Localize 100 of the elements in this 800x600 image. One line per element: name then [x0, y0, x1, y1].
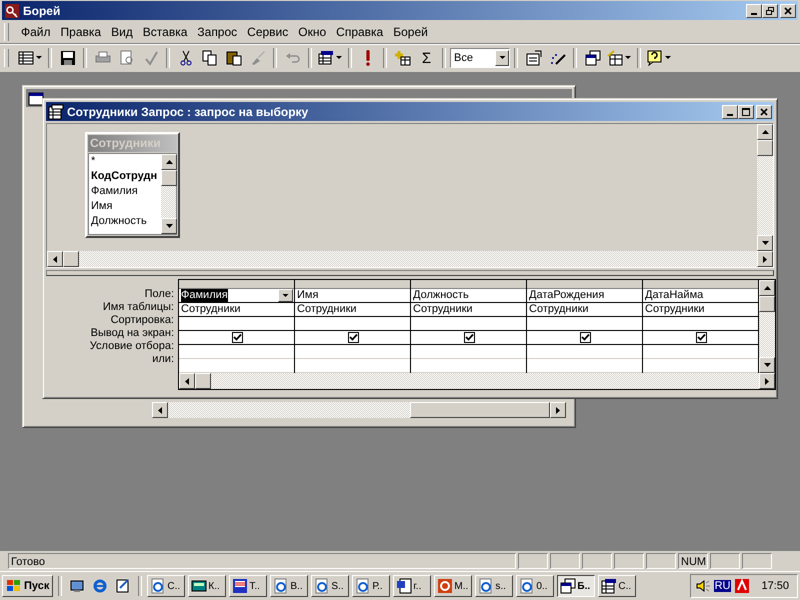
close-button[interactable] [780, 4, 796, 18]
menu-item[interactable]: Запрос [193, 23, 242, 41]
field-item[interactable]: Фамилия [91, 184, 161, 199]
browser-icon[interactable] [92, 578, 108, 594]
taskbar-button[interactable]: С.. [598, 575, 636, 597]
close-button[interactable] [756, 104, 772, 118]
horizontal-scrollbar[interactable] [47, 251, 773, 267]
field-item[interactable]: * [91, 154, 161, 169]
show-cell[interactable] [295, 331, 410, 345]
notepad-icon[interactable] [115, 578, 132, 594]
right-arrow-icon[interactable] [556, 406, 560, 414]
totals-button[interactable]: Σ [415, 47, 438, 69]
checkbox[interactable] [580, 332, 591, 343]
minimize-button[interactable] [746, 4, 762, 18]
left-arrow-icon[interactable] [158, 406, 162, 414]
table-cell[interactable]: Сотрудники [527, 303, 642, 317]
horizontal-scrollbar[interactable] [179, 373, 775, 389]
restore-icon [765, 6, 775, 16]
up-arrow-icon[interactable] [166, 160, 172, 164]
right-arrow-icon[interactable] [763, 256, 767, 262]
field-item[interactable]: КодСотрудн [91, 169, 161, 184]
show-cell[interactable] [643, 331, 758, 345]
taskbar-button[interactable]: s.. [475, 575, 514, 597]
menu-item[interactable]: Вставка [138, 23, 192, 41]
column-selector[interactable] [527, 280, 642, 289]
show-cell[interactable] [411, 331, 526, 345]
taskbar-button[interactable]: Б.. [557, 575, 596, 597]
scroll-thumb[interactable] [161, 170, 177, 186]
menu-item[interactable]: Правка [56, 23, 106, 41]
table-cell[interactable]: Сотрудники [411, 303, 526, 317]
down-arrow-icon[interactable] [166, 224, 172, 228]
field-item[interactable]: Имя [91, 199, 161, 214]
maximize-button[interactable] [738, 104, 754, 118]
field-cell[interactable]: ДатаРождения [527, 289, 642, 303]
table-cell[interactable]: Сотрудники [643, 303, 758, 317]
field-cell[interactable]: ДатаНайма [643, 289, 758, 303]
taskbar-button[interactable]: 0.. [516, 575, 554, 597]
right-arrow-icon[interactable] [765, 378, 769, 384]
show-cell[interactable] [527, 331, 642, 345]
menu-item[interactable]: Вид [107, 23, 137, 41]
up-arrow-icon[interactable] [762, 130, 768, 134]
left-arrow-icon[interactable] [53, 256, 57, 262]
desktop-icon[interactable] [69, 578, 86, 594]
taskbar-button[interactable]: В.. [270, 575, 308, 597]
clock: 17:50 [761, 580, 790, 592]
field-cell[interactable]: Фамилия [179, 289, 294, 303]
taskbar-button[interactable]: S.. [311, 575, 350, 597]
menu-item[interactable]: Борей [389, 23, 432, 41]
windows-icon [560, 578, 576, 594]
speaker-icon[interactable] [694, 578, 711, 594]
column-selector[interactable] [411, 280, 526, 289]
taskbar-button[interactable]: Р.. [352, 575, 390, 597]
table-icon [18, 50, 34, 66]
web-page-icon [314, 578, 330, 594]
horizontal-scrollbar[interactable] [152, 402, 566, 418]
left-arrow-icon[interactable] [185, 378, 189, 384]
scroll-thumb[interactable] [410, 402, 550, 418]
checkbox[interactable] [464, 332, 475, 343]
field-cell[interactable]: Должность [411, 289, 526, 303]
caret-icon [498, 56, 506, 60]
down-arrow-icon[interactable] [764, 363, 770, 367]
caret-icon [625, 56, 631, 60]
filter-dropdown[interactable]: Все [450, 48, 510, 68]
taskbar-button[interactable]: С.. [147, 575, 186, 597]
show-cell[interactable] [179, 331, 294, 345]
scroll-thumb[interactable] [195, 373, 211, 389]
table-cell[interactable]: Сотрудники [179, 303, 294, 317]
up-arrow-icon[interactable] [764, 286, 770, 290]
minimize-button[interactable] [722, 104, 738, 118]
vertical-scrollbar[interactable] [161, 154, 176, 234]
menu-item[interactable]: Справка [332, 23, 388, 41]
clipboard-icon [226, 50, 242, 66]
web-page-icon [519, 578, 536, 594]
start-button[interactable]: Пуск [2, 575, 54, 597]
down-arrow-icon[interactable] [762, 241, 768, 245]
language-indicator[interactable]: RU [714, 580, 732, 592]
table-cell[interactable]: Сотрудники [295, 303, 410, 317]
taskbar-button[interactable]: г.. [393, 575, 432, 597]
minimize-icon [751, 12, 757, 14]
menu-item[interactable]: Окно [294, 23, 330, 41]
scroll-thumb[interactable] [63, 251, 79, 267]
taskbar-button[interactable]: Т.. [229, 575, 268, 597]
taskbar-button[interactable]: М.. [434, 575, 472, 597]
field-item[interactable]: Должность [91, 214, 161, 229]
checkbox[interactable] [696, 332, 707, 343]
taskbar-button[interactable]: К.. [188, 575, 226, 597]
scroll-thumb[interactable] [757, 140, 773, 156]
web-page-icon [273, 578, 290, 594]
dropdown-button[interactable] [278, 289, 293, 302]
checkbox[interactable] [232, 332, 243, 343]
restore-button[interactable] [762, 4, 778, 18]
checkbox[interactable] [348, 332, 359, 343]
field-cell[interactable]: Имя [295, 289, 410, 303]
vertical-scrollbar[interactable] [759, 280, 775, 373]
antivirus-icon[interactable] [734, 578, 750, 594]
menu-item[interactable]: Файл [17, 23, 55, 41]
windows-icon [584, 50, 600, 66]
menu-item[interactable]: Сервис [243, 23, 292, 41]
scroll-thumb[interactable] [759, 296, 775, 312]
vertical-scrollbar[interactable] [757, 124, 773, 251]
